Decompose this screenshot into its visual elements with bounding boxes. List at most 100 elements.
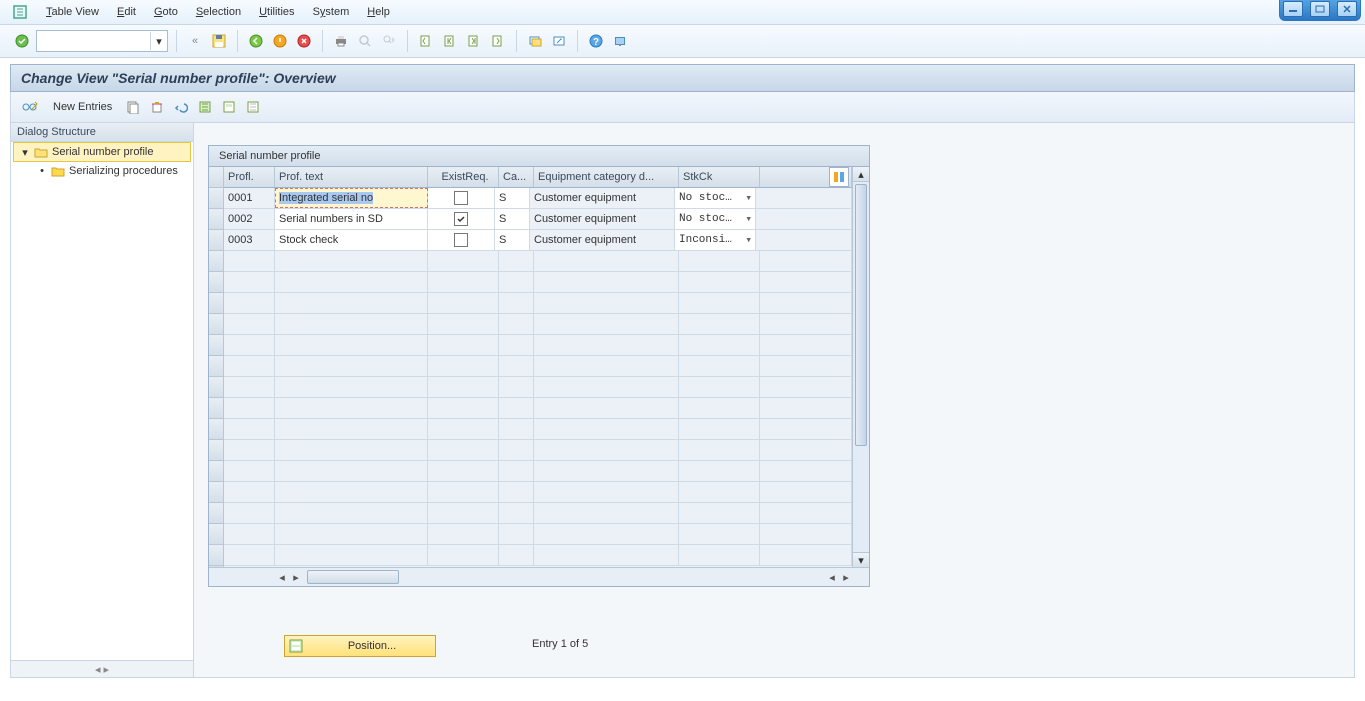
hscroll-right2-icon[interactable]: ▸ <box>839 570 853 584</box>
shortcut-icon[interactable] <box>549 31 569 51</box>
scroll-down-icon[interactable]: ▾ <box>853 552 869 567</box>
new-session-icon[interactable] <box>525 31 545 51</box>
table-row[interactable] <box>224 272 852 293</box>
select-all-icon[interactable] <box>196 97 214 117</box>
table-row[interactable] <box>224 503 852 524</box>
row-selector[interactable] <box>209 440 223 461</box>
row-selector[interactable] <box>209 272 223 293</box>
cell-cat[interactable]: S <box>495 209 530 229</box>
copy-icon[interactable] <box>124 97 142 117</box>
find-icon[interactable] <box>355 31 375 51</box>
help-icon[interactable]: ? <box>586 31 606 51</box>
table-row[interactable] <box>224 251 852 272</box>
row-selector[interactable] <box>209 293 223 314</box>
undo-icon[interactable] <box>172 97 190 117</box>
hscroll[interactable]: ◂ ▸ ◂ ▸ <box>209 567 869 586</box>
table-row[interactable]: 0001Integrated serial noSCustomer equipm… <box>224 188 852 209</box>
table-row[interactable] <box>224 419 852 440</box>
row-selector[interactable] <box>209 419 223 440</box>
exit-icon[interactable] <box>270 31 290 51</box>
delete-icon[interactable] <box>148 97 166 117</box>
row-selector[interactable] <box>209 335 223 356</box>
scroll-up-icon[interactable]: ▴ <box>853 167 869 182</box>
cell-prof-text[interactable]: Stock check <box>275 230 428 250</box>
dropdown-icon[interactable]: ▾ <box>745 233 752 247</box>
row-selector[interactable] <box>209 503 223 524</box>
col-header-catd[interactable]: Equipment category d... <box>534 167 679 187</box>
next-page-icon[interactable] <box>464 31 484 51</box>
table-row[interactable] <box>224 440 852 461</box>
row-selector[interactable] <box>209 545 223 566</box>
cancel-icon[interactable] <box>294 31 314 51</box>
cell-existreq[interactable] <box>428 188 495 208</box>
row-selector[interactable] <box>209 524 223 545</box>
checkbox-icon[interactable] <box>454 191 468 205</box>
col-header-cat[interactable]: Ca... <box>499 167 534 187</box>
row-selector[interactable] <box>209 461 223 482</box>
row-selector[interactable] <box>209 482 223 503</box>
hscroll-left-icon[interactable]: ◂ <box>275 570 289 584</box>
layout-icon[interactable] <box>610 31 630 51</box>
col-header-stkck[interactable]: StkCk <box>679 167 760 187</box>
cell-existreq[interactable] <box>428 230 495 250</box>
row-selector[interactable] <box>209 251 223 272</box>
table-row[interactable]: 0003Stock checkSCustomer equipmentIncons… <box>224 230 852 251</box>
table-row[interactable] <box>224 293 852 314</box>
dropdown-icon[interactable]: ▾ <box>745 191 752 205</box>
collapse-icon[interactable]: ▾ <box>20 146 30 159</box>
table-row[interactable] <box>224 482 852 503</box>
menu-edit[interactable]: Edit <box>117 6 136 18</box>
prev-page-icon[interactable] <box>440 31 460 51</box>
menu-system[interactable]: System <box>313 6 350 18</box>
menu-table-view[interactable]: Table View <box>46 6 99 18</box>
cell-prof-text[interactable]: Integrated serial no <box>275 188 428 208</box>
position-button[interactable]: Position... <box>284 635 436 657</box>
close-button[interactable] <box>1337 1 1357 17</box>
row-selector[interactable] <box>209 377 223 398</box>
find-next-icon[interactable] <box>379 31 399 51</box>
row-selector[interactable] <box>209 398 223 419</box>
row-selector-header[interactable] <box>209 167 223 188</box>
table-row[interactable] <box>224 356 852 377</box>
cell-stkck[interactable]: No stoc…▾ <box>675 188 756 208</box>
table-row[interactable] <box>224 398 852 419</box>
save-icon[interactable] <box>209 31 229 51</box>
row-selector[interactable] <box>209 188 223 209</box>
enter-icon[interactable] <box>12 31 32 51</box>
tree-item-serializing-procedures[interactable]: • Serializing procedures <box>11 162 193 180</box>
table-row[interactable]: 0002Serial numbers in SDSCustomer equipm… <box>224 209 852 230</box>
row-selector[interactable] <box>209 209 223 230</box>
hscroll-right-icon[interactable]: ▸ <box>289 570 303 584</box>
menu-selection[interactable]: Selection <box>196 6 241 18</box>
minimize-button[interactable] <box>1283 1 1303 17</box>
scroll-thumb[interactable] <box>855 184 867 446</box>
cell-stkck[interactable]: Inconsi…▾ <box>675 230 756 250</box>
toggle-change-icon[interactable] <box>19 97 41 117</box>
dropdown-icon[interactable]: ▾ <box>745 212 752 226</box>
tree-hscroll[interactable]: ◂ ▸ <box>11 660 193 677</box>
menu-help[interactable]: Help <box>367 6 390 18</box>
new-entries-button[interactable]: New Entries <box>47 97 118 117</box>
command-field[interactable]: ▾ <box>36 30 168 52</box>
checkbox-icon[interactable] <box>454 233 468 247</box>
command-dropdown-icon[interactable]: ▾ <box>150 32 167 50</box>
table-row[interactable] <box>224 335 852 356</box>
select-block-icon[interactable] <box>220 97 238 117</box>
cell-cat[interactable]: S <box>495 230 530 250</box>
table-row[interactable] <box>224 545 852 566</box>
print-icon[interactable] <box>331 31 351 51</box>
table-row[interactable] <box>224 461 852 482</box>
maximize-button[interactable] <box>1310 1 1330 17</box>
menu-utilities[interactable]: Utilities <box>259 6 294 18</box>
checkbox-icon[interactable] <box>454 212 468 226</box>
cell-stkck[interactable]: No stoc…▾ <box>675 209 756 229</box>
cell-prof-text[interactable]: Serial numbers in SD <box>275 209 428 229</box>
row-selector[interactable] <box>209 230 223 251</box>
back-icon[interactable] <box>246 31 266 51</box>
table-row[interactable] <box>224 314 852 335</box>
tree-item-serial-number-profile[interactable]: ▾ Serial number profile <box>13 142 191 162</box>
table-row[interactable] <box>224 524 852 545</box>
cell-existreq[interactable] <box>428 209 495 229</box>
back-double-icon[interactable]: « <box>185 31 205 51</box>
app-menu-icon[interactable] <box>12 4 28 20</box>
